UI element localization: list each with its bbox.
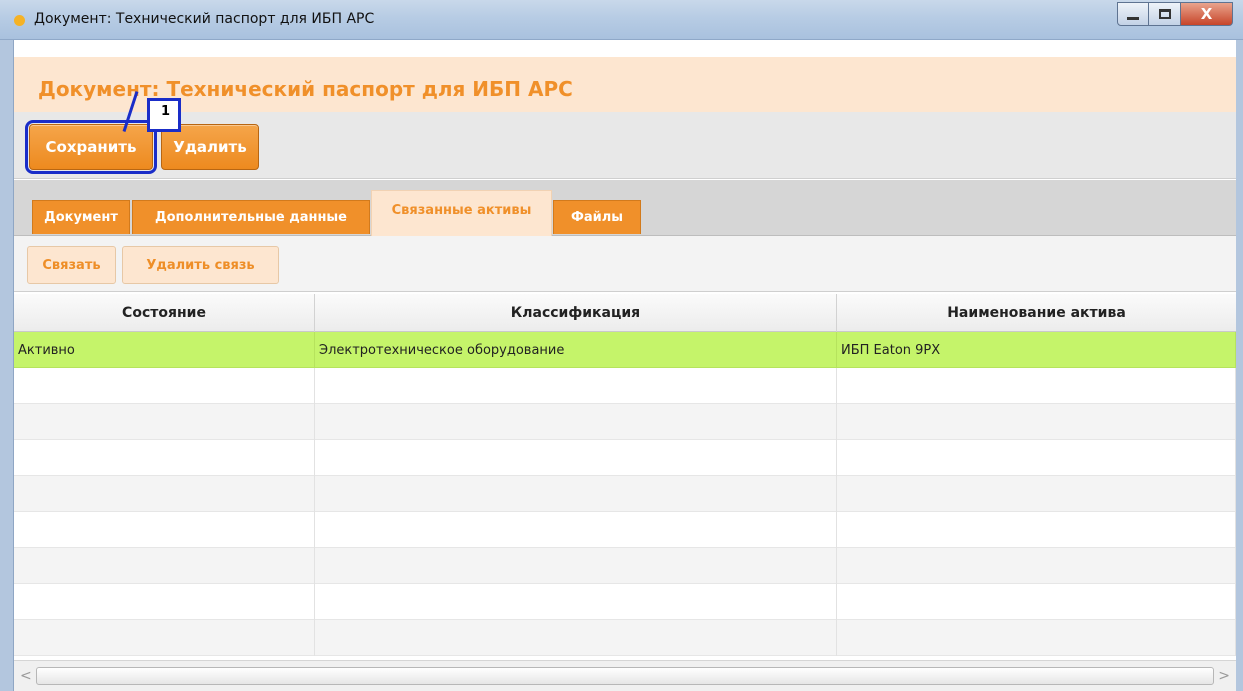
scroll-right-icon[interactable]: > bbox=[1218, 668, 1230, 684]
cell-asset-name: ИБП Eaton 9PX bbox=[837, 332, 1236, 368]
window-controls: X bbox=[1117, 2, 1233, 28]
cell-classification: Электротехническое оборудование bbox=[315, 332, 837, 368]
empty-table-row bbox=[14, 548, 1236, 584]
empty-cell bbox=[315, 512, 837, 548]
column-header-asset-name[interactable]: Наименование актива bbox=[837, 294, 1236, 332]
assets-toolbar: Связать Удалить связь bbox=[14, 236, 1236, 292]
empty-cell bbox=[315, 548, 837, 584]
empty-cell bbox=[837, 476, 1236, 512]
window-frame-right bbox=[1236, 40, 1243, 691]
app-icon bbox=[14, 15, 25, 26]
tab-linked-assets[interactable]: Связанные активы bbox=[371, 190, 552, 236]
maximize-icon bbox=[1158, 9, 1171, 19]
empty-cell bbox=[837, 404, 1236, 440]
empty-cell bbox=[837, 368, 1236, 404]
empty-table-row bbox=[14, 620, 1236, 656]
cell-state: Активно bbox=[14, 332, 315, 368]
scrollbar-thumb[interactable] bbox=[36, 667, 1214, 685]
minimize-button[interactable] bbox=[1117, 2, 1149, 26]
empty-cell bbox=[837, 548, 1236, 584]
empty-cell bbox=[315, 620, 837, 656]
document-header: Документ: Технический паспорт для ИБП AP… bbox=[14, 57, 1236, 112]
empty-cell bbox=[14, 368, 315, 404]
tab-additional-data[interactable]: Дополнительные данные bbox=[132, 200, 370, 234]
empty-cell bbox=[837, 512, 1236, 548]
table-header: Состояние Классификация Наименование акт… bbox=[14, 294, 1236, 332]
empty-cell bbox=[837, 620, 1236, 656]
annotation-number: 1 bbox=[161, 104, 171, 119]
empty-table-row bbox=[14, 512, 1236, 548]
page-title: Документ: Технический паспорт для ИБП AP… bbox=[38, 77, 573, 101]
table-row[interactable]: Активно Электротехническое оборудование … bbox=[14, 332, 1236, 368]
assets-table: Состояние Классификация Наименование акт… bbox=[14, 294, 1236, 658]
tab-files[interactable]: Файлы bbox=[553, 200, 641, 234]
empty-table-row bbox=[14, 584, 1236, 620]
maximize-button[interactable] bbox=[1149, 2, 1181, 26]
empty-cell bbox=[14, 512, 315, 548]
window-frame-left bbox=[0, 40, 14, 691]
column-header-state[interactable]: Состояние bbox=[14, 294, 315, 332]
empty-cell bbox=[315, 584, 837, 620]
empty-cell bbox=[315, 440, 837, 476]
empty-cell bbox=[14, 584, 315, 620]
empty-cell bbox=[837, 584, 1236, 620]
empty-cell bbox=[315, 404, 837, 440]
main-toolbar: Сохранить Удалить bbox=[14, 112, 1236, 179]
empty-cell bbox=[14, 548, 315, 584]
empty-cell bbox=[315, 476, 837, 512]
close-button[interactable]: X bbox=[1181, 2, 1233, 26]
empty-table-row bbox=[14, 440, 1236, 476]
empty-cell bbox=[14, 404, 315, 440]
annotation-marker: 1 bbox=[147, 98, 181, 132]
tab-bar: Документ Дополнительные данные Связанные… bbox=[14, 180, 1236, 236]
empty-cell bbox=[315, 368, 837, 404]
empty-table-row bbox=[14, 368, 1236, 404]
window-titlebar: Документ: Технический паспорт для ИБП AP… bbox=[0, 0, 1243, 40]
save-button[interactable]: Сохранить bbox=[25, 120, 157, 174]
link-button[interactable]: Связать bbox=[27, 246, 116, 284]
minimize-icon bbox=[1127, 16, 1139, 20]
empty-cell bbox=[14, 440, 315, 476]
scroll-left-icon[interactable]: < bbox=[20, 668, 32, 684]
column-header-classification[interactable]: Классификация bbox=[315, 294, 837, 332]
window-title: Документ: Технический паспорт для ИБП AP… bbox=[34, 11, 375, 27]
unlink-button[interactable]: Удалить связь bbox=[122, 246, 279, 284]
horizontal-scrollbar[interactable]: < > bbox=[14, 660, 1236, 691]
close-icon: X bbox=[1200, 5, 1213, 23]
empty-cell bbox=[837, 440, 1236, 476]
empty-table-row bbox=[14, 476, 1236, 512]
tab-document[interactable]: Документ bbox=[32, 200, 130, 234]
empty-table-row bbox=[14, 404, 1236, 440]
empty-cell bbox=[14, 620, 315, 656]
empty-cell bbox=[14, 476, 315, 512]
